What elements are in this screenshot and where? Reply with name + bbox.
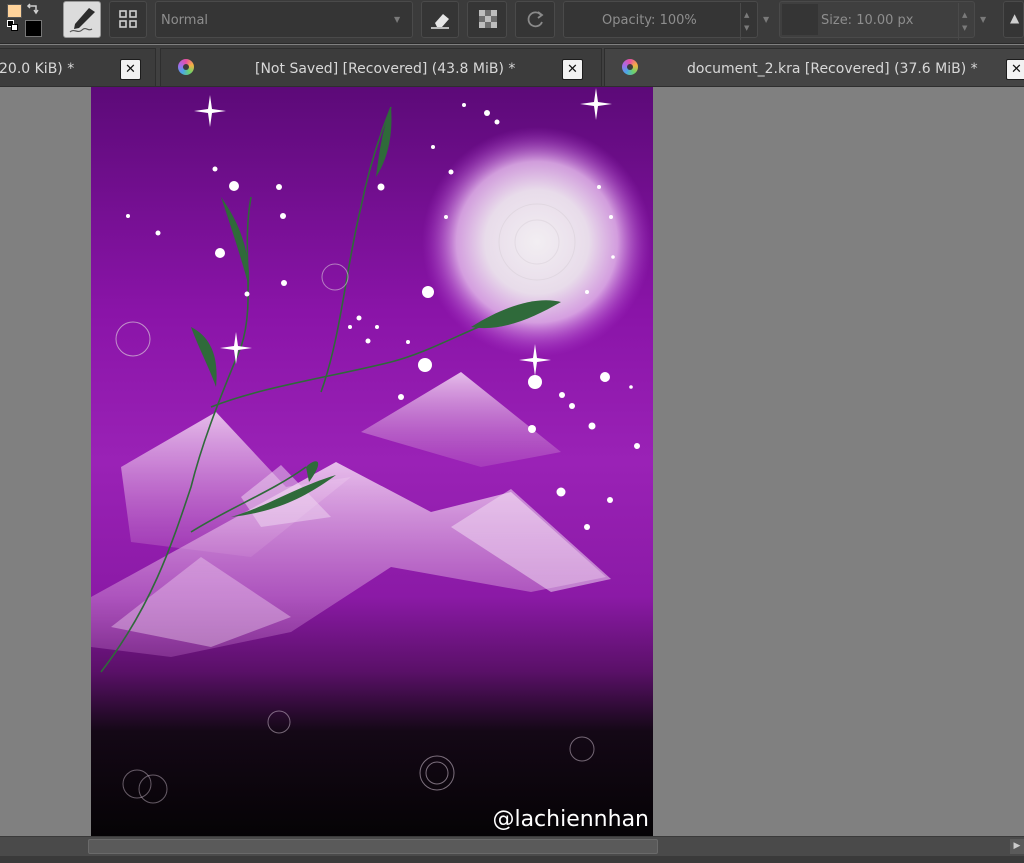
document-tab-bar: 20.0 KiB) * ✕ [Not Saved] [Recovered] (4… — [0, 45, 1024, 87]
drawing-canvas[interactable]: @lachiennhan — [91, 87, 653, 836]
scrollbar-thumb[interactable] — [88, 839, 658, 854]
spin-down-icon: ▼ — [744, 24, 750, 32]
color-swatch-icon[interactable] — [3, 2, 43, 38]
artist-signature: @lachiennhan — [492, 807, 649, 832]
spin-down-icon: ▼ — [962, 24, 968, 32]
document-tab-2[interactable]: [Not Saved] [Recovered] (43.8 MiB) * ✕ — [160, 48, 602, 86]
reload-preset-icon — [527, 11, 544, 28]
brush-preset-icon — [69, 8, 95, 33]
blend-mode-select[interactable]: Normal ▼ — [155, 1, 413, 38]
horizontal-scrollbar[interactable]: ▶ — [0, 836, 1024, 856]
status-bar — [0, 856, 1024, 863]
size-slider-fill — [782, 4, 818, 35]
spin-up-icon: ▲ — [962, 11, 968, 19]
preserve-alpha-button[interactable] — [467, 1, 507, 38]
default-colors-icon[interactable] — [7, 20, 18, 31]
close-icon[interactable]: ✕ — [1006, 59, 1024, 80]
reload-preset-button[interactable] — [515, 1, 555, 38]
opacity-slider[interactable]: Opacity: 100% ▲ ▼ — [563, 1, 758, 40]
swap-colors-icon[interactable] — [26, 2, 40, 16]
krita-document-icon — [622, 59, 638, 75]
overflow-button[interactable]: ▲ — [1003, 1, 1024, 38]
brush-preset-button[interactable] — [63, 1, 101, 38]
background-color-swatch[interactable] — [25, 20, 42, 37]
chevron-down-icon: ▼ — [394, 15, 401, 24]
eraser-mode-button[interactable] — [421, 1, 459, 38]
eraser-icon — [431, 14, 449, 29]
moon — [422, 127, 652, 357]
spin-up-icon: ▲ — [744, 11, 750, 19]
tab-label: document_2.kra [Recovered] (37.6 MiB) * — [687, 61, 978, 77]
chevron-up-icon: ▲ — [1010, 11, 1020, 25]
krita-document-icon — [178, 59, 194, 75]
tab-label: [Not Saved] [Recovered] (43.8 MiB) * — [255, 61, 516, 77]
brush-presets-grid-button[interactable] — [109, 1, 147, 38]
size-menu-chevron-icon[interactable]: ▼ — [980, 15, 986, 24]
size-slider[interactable]: Size: 10.00 px ▲ ▼ — [779, 1, 975, 40]
close-icon[interactable]: ✕ — [562, 59, 583, 80]
blend-mode-value: Normal — [161, 13, 209, 28]
alpha-lock-icon — [479, 10, 497, 28]
opacity-value: Opacity: 100% — [602, 13, 697, 28]
tool-options-toolbar: Normal ▼ Opacity: 100% ▲ ▼ ▼ Size: 10.00… — [0, 0, 1024, 44]
tab-label: 20.0 KiB) * — [0, 61, 75, 77]
mountains — [91, 372, 611, 657]
size-spin-arrows[interactable]: ▲ ▼ — [958, 3, 972, 40]
document-tab-3[interactable]: document_2.kra [Recovered] (37.6 MiB) * … — [604, 48, 1024, 86]
opacity-menu-chevron-icon[interactable]: ▼ — [763, 15, 769, 24]
close-icon[interactable]: ✕ — [120, 59, 141, 80]
size-value: Size: 10.00 px — [821, 13, 914, 28]
brush-presets-grid-icon — [119, 10, 137, 28]
document-tab-1[interactable]: 20.0 KiB) * ✕ — [0, 48, 156, 86]
scroll-right-arrow-icon[interactable]: ▶ — [1010, 839, 1024, 854]
artwork — [91, 88, 652, 804]
opacity-spin-arrows[interactable]: ▲ ▼ — [740, 3, 754, 40]
foreground-color-swatch[interactable] — [7, 4, 22, 18]
